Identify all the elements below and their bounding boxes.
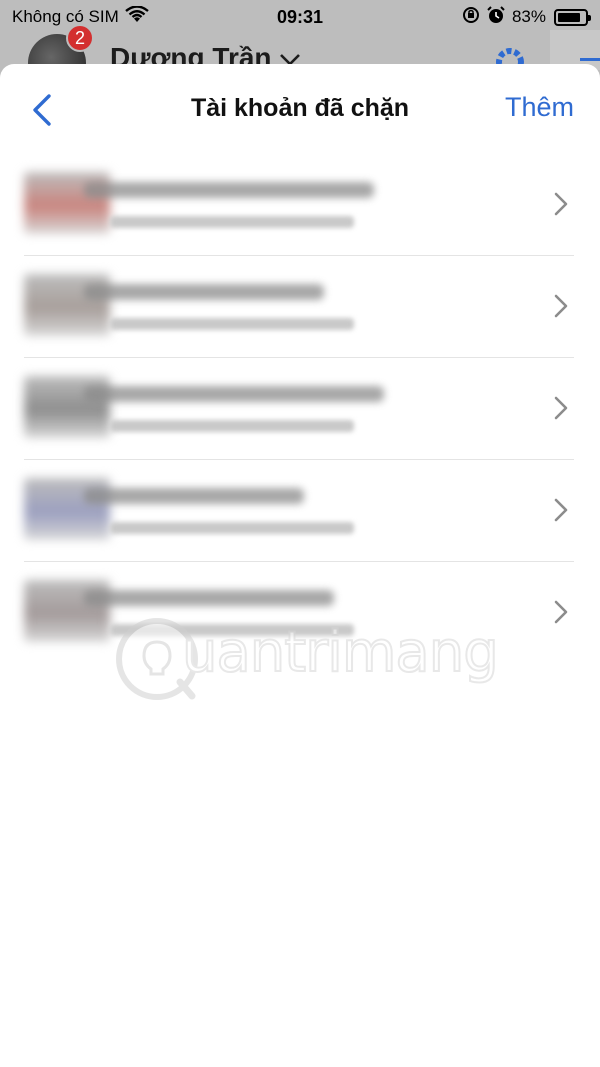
wifi-icon — [125, 4, 149, 29]
blocked-account-row[interactable] — [24, 154, 574, 256]
chevron-right-icon — [554, 600, 568, 624]
chevron-right-icon — [554, 396, 568, 420]
chevron-right-icon — [554, 498, 568, 522]
blurred-account-detail — [110, 420, 354, 432]
battery-percent: 83% — [511, 7, 546, 26]
blurred-account-detail — [110, 522, 354, 534]
notification-badge: 2 — [66, 24, 94, 52]
carrier-label: Không có SIM — [12, 7, 119, 26]
rotation-lock-icon — [462, 6, 480, 29]
watermark-text: uantrimang — [181, 619, 500, 686]
chevron-right-icon — [554, 192, 568, 216]
blocked-accounts-sheet: Tài khoản đã chặn Thêm uantrimang — [0, 64, 600, 1067]
blocked-account-row[interactable] — [24, 460, 574, 562]
blocked-account-row[interactable] — [24, 256, 574, 358]
blurred-account-name — [84, 386, 384, 402]
blurred-account-name — [84, 488, 304, 504]
blurred-account-name — [84, 590, 334, 606]
alarm-icon — [486, 5, 506, 30]
battery-icon — [554, 8, 591, 26]
blocked-accounts-list — [0, 154, 600, 664]
blocked-account-row[interactable] — [24, 358, 574, 460]
battery-level — [558, 12, 580, 22]
blurred-account-name — [84, 284, 324, 300]
watermark-logo: uantrimang — [112, 614, 500, 704]
nav-bar: Tài khoản đã chặn Thêm — [0, 64, 600, 154]
blurred-account-detail — [110, 216, 354, 228]
blurred-account-name — [84, 182, 374, 198]
add-button[interactable]: Thêm — [505, 92, 574, 123]
blurred-account-detail — [110, 318, 354, 330]
chevron-right-icon — [554, 294, 568, 318]
screen: Không có SIM 09:31 83% 2 Dương Trần Tài … — [0, 0, 600, 1067]
